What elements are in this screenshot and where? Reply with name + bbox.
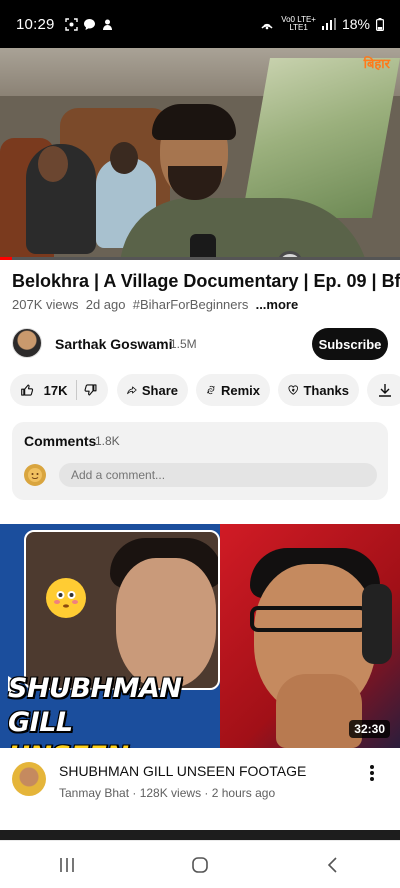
more-options-icon[interactable] <box>364 762 380 784</box>
passenger-head <box>38 146 68 182</box>
action-bar: 17K Share Remix Thanks <box>0 374 400 408</box>
view-count: 207K views <box>12 297 79 312</box>
recent-apps-button[interactable] <box>37 850 97 880</box>
remix-icon <box>206 385 215 395</box>
thumbs-up-icon[interactable] <box>20 382 34 398</box>
subscriber-count: 1.5M <box>170 337 197 351</box>
like-count[interactable]: 17K <box>44 383 68 398</box>
thumbnail-caption: SHUBHMAN GILL UNSEEN FOOTAGE <box>8 672 238 748</box>
comments-header: Comments <box>24 433 97 449</box>
hashtag[interactable]: #BiharForBeginners <box>133 297 249 312</box>
signal-icon <box>321 18 336 30</box>
chat-icon <box>83 18 95 30</box>
reactor-hand <box>276 674 362 748</box>
back-icon <box>328 856 337 873</box>
reactor-glasses <box>250 606 368 632</box>
battery-percent: 18% <box>341 16 370 32</box>
home-icon <box>192 856 208 873</box>
headphone <box>362 584 392 664</box>
channel-row: Sarthak Goswami 1.5M Subscribe <box>0 324 400 364</box>
comment-input[interactable] <box>59 463 377 487</box>
video-progress-fill <box>0 257 12 260</box>
thumbs-down-icon[interactable] <box>84 382 98 398</box>
host-hair <box>152 104 236 140</box>
thanks-label: Thanks <box>303 382 349 398</box>
user-avatar-icon <box>28 468 42 482</box>
download-button[interactable] <box>367 374 400 406</box>
channel-name[interactable]: Sarthak Goswami <box>55 336 173 352</box>
next-video-row[interactable]: SHUBHMAN GILL UNSEEN FOOTAGE Tanmay Bhat… <box>0 756 400 816</box>
download-icon <box>379 384 391 397</box>
video-duration: 32:30 <box>349 720 390 738</box>
video-player[interactable]: बिहार <box>0 48 400 260</box>
status-bar: 10:29 Vo0 LTE+ LTE1 18% <box>0 0 400 48</box>
android-nav-bar <box>0 840 400 888</box>
video-meta[interactable]: 207K views 2d ago #BiharForBeginners ...… <box>12 297 298 312</box>
super-thanks-icon <box>288 385 298 395</box>
divider <box>75 380 77 400</box>
more-link[interactable]: ...more <box>256 297 299 312</box>
subscribe-button[interactable]: Subscribe <box>312 328 388 360</box>
host-beard <box>168 166 222 200</box>
screenshot-icon <box>64 17 78 31</box>
comments-card[interactable]: Comments 1.8K <box>12 422 388 500</box>
avatar[interactable] <box>12 762 46 796</box>
remix-button[interactable]: Remix <box>196 374 270 406</box>
flushed-face-emoji-icon <box>46 578 86 618</box>
hotspot-icon <box>261 23 273 30</box>
remix-label: Remix <box>220 382 260 398</box>
passenger-head <box>110 142 138 174</box>
comments-count: 1.8K <box>95 434 120 448</box>
car-window <box>241 58 400 218</box>
avatar[interactable] <box>12 328 42 358</box>
caption-line-1: SHUBHMAN GILL <box>8 673 182 738</box>
share-button[interactable]: Share <box>117 374 188 406</box>
like-dislike-pill: 17K <box>10 374 108 406</box>
upload-age: 2d ago <box>85 297 126 312</box>
status-time: 10:29 <box>16 15 55 33</box>
next-video-meta: Tanmay Bhat · 128K views · 2 hours ago <box>59 786 276 800</box>
battery-icon <box>376 17 384 31</box>
home-button[interactable] <box>170 850 230 880</box>
network-label: Vo0 LTE+ LTE1 <box>281 15 316 32</box>
next-video-title[interactable]: SHUBHMAN GILL UNSEEN FOOTAGE <box>59 763 306 779</box>
next-video-thumbnail[interactable]: SHUBHMAN GILL UNSEEN FOOTAGE 32:30 <box>0 524 400 748</box>
back-button[interactable] <box>303 850 363 880</box>
share-icon <box>127 386 137 395</box>
caption-line-2: UNSEEN FOOTAGE <box>8 740 238 748</box>
channel-watermark: बिहार <box>363 56 390 71</box>
recent-apps-icon <box>59 857 74 872</box>
video-title[interactable]: Belokhra | A Village Documentary | Ep. 0… <box>12 270 400 292</box>
thanks-button[interactable]: Thanks <box>278 374 359 406</box>
notification-icon <box>102 19 112 30</box>
avatar <box>24 464 46 486</box>
share-label: Share <box>141 382 178 398</box>
video-progress-bar[interactable] <box>0 257 400 260</box>
status-right: Vo0 LTE+ LTE1 18% <box>259 16 384 32</box>
inset-person-face <box>116 558 216 688</box>
status-left-icons <box>64 17 114 31</box>
